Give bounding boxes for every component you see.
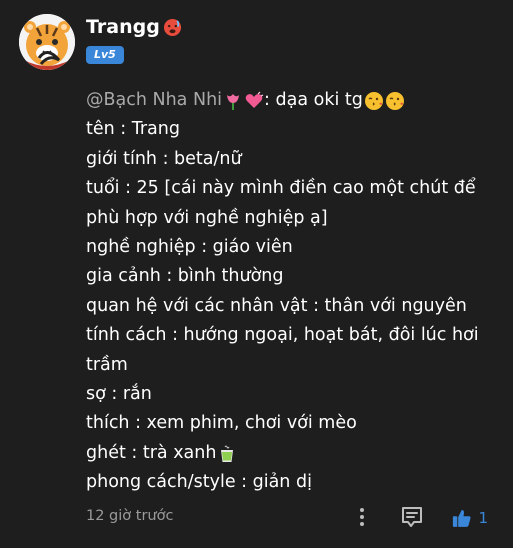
text-line: gia cảnh : bình thường xyxy=(86,266,284,287)
face-blowing-kiss-emoji-icon xyxy=(385,91,404,110)
timestamp: 12 giờ trước xyxy=(86,508,174,524)
text-line: tuổi : 25 [cái này mình điền cao một chú… xyxy=(86,178,476,228)
text-line: tính cách : hướng ngoại, hoạt bát, đôi l… xyxy=(86,325,479,375)
tiger-avatar-icon xyxy=(19,14,75,70)
level-badge: Lv5 xyxy=(86,46,124,64)
thumbs-up-icon xyxy=(452,510,471,527)
username-text: Trangg xyxy=(86,16,160,38)
comment-icon xyxy=(402,507,422,527)
like-button[interactable]: 1 xyxy=(452,505,488,531)
vertical-dots-icon xyxy=(360,508,364,526)
text-line: giới tính : beta/nữ xyxy=(86,148,242,169)
reply-button[interactable] xyxy=(400,505,424,529)
tulip-emoji-icon xyxy=(227,93,240,110)
green-tea-emoji-icon xyxy=(221,445,234,462)
like-count: 1 xyxy=(478,509,488,527)
text-line: sợ : rắn xyxy=(86,384,152,405)
text-line: nghề nghiệp : giáo viên xyxy=(86,237,293,258)
pink-heart-emoji-icon xyxy=(245,91,264,108)
text-line: tên : Trang xyxy=(86,119,180,140)
mention-link[interactable]: @Bạch Nha Nhi xyxy=(86,86,222,115)
text-line: thích : xem phim, chơi với mèo xyxy=(86,413,357,434)
reply-lead-text: : dạa oki tg xyxy=(264,90,363,110)
username[interactable]: Trangg xyxy=(86,15,182,39)
more-options-button[interactable] xyxy=(358,505,366,529)
hot-face-emoji-icon xyxy=(163,18,181,36)
comment-body: @Bạch Nha Nhi : dạa oki tg tên: Trang g… xyxy=(86,86,501,498)
comment-footer: 12 giờ trước 1 xyxy=(86,505,501,531)
text-line: phong cách/style : giản dị xyxy=(86,472,312,493)
avatar[interactable] xyxy=(19,14,75,70)
ghet-text: ghét : trà xanh xyxy=(86,442,217,463)
face-blowing-kiss-emoji-icon xyxy=(364,91,383,110)
text-line: quan hệ với các nhân vật : thân với nguy… xyxy=(86,295,467,316)
reply-lead-line: @Bạch Nha Nhi : dạa oki tg xyxy=(86,86,501,115)
comment-card: Trangg Lv5 @Bạch Nha Nhi : dạa oki tg tê… xyxy=(0,0,513,548)
text-line-ghet: ghét : trà xanh xyxy=(86,439,501,468)
